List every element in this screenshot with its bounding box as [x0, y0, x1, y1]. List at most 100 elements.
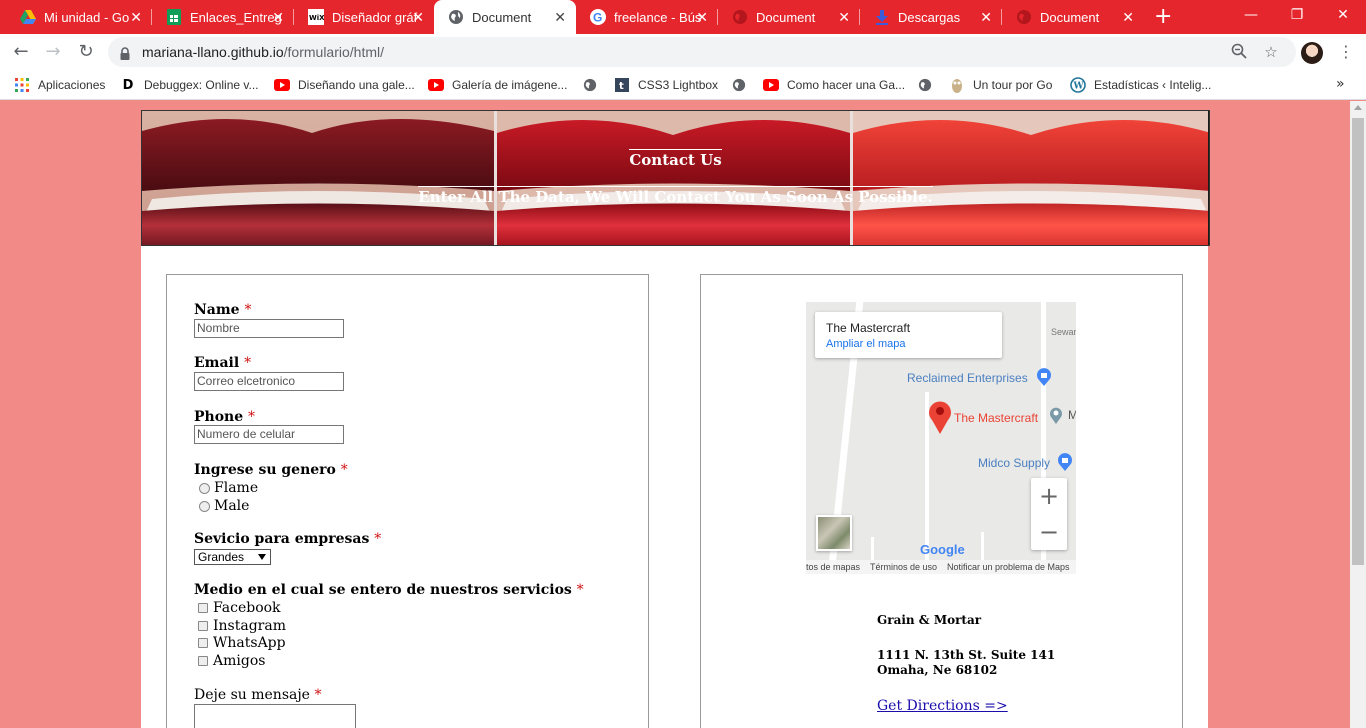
- scroll-thumb[interactable]: [1352, 118, 1364, 565]
- globe-icon: [448, 9, 464, 25]
- checkbox[interactable]: [198, 603, 208, 613]
- name-label: Name *: [194, 302, 252, 318]
- bookmark-globe-2[interactable]: [731, 77, 755, 93]
- radio-button[interactable]: [199, 482, 210, 494]
- gender-option-flame[interactable]: Flame: [199, 480, 258, 496]
- message-textarea[interactable]: [194, 704, 356, 728]
- lock-icon: [120, 45, 130, 64]
- checkbox[interactable]: [198, 621, 208, 631]
- new-tab-button[interactable]: +: [1154, 6, 1172, 28]
- map-data-attribution: tos de mapas: [806, 562, 861, 572]
- close-tab-icon[interactable]: ✕: [412, 9, 424, 25]
- map-footer: tos de mapas Términos de uso Notificar u…: [806, 560, 1076, 574]
- shopping-pin-icon: [1057, 453, 1073, 475]
- close-tab-icon[interactable]: ✕: [554, 9, 566, 25]
- close-tab-icon[interactable]: ✕: [1122, 9, 1134, 25]
- close-tab-icon[interactable]: ✕: [980, 9, 992, 25]
- globe-icon: [1016, 9, 1032, 25]
- globe-icon: [732, 9, 748, 25]
- tab-disenador[interactable]: WiX Diseñador gráf ✕: [294, 0, 434, 34]
- bookmark-globe-1[interactable]: [582, 77, 606, 93]
- tab-document-active[interactable]: Document ✕: [434, 0, 576, 34]
- service-select[interactable]: Grandes: [194, 549, 271, 565]
- zoom-in-button[interactable]: +: [1031, 478, 1067, 514]
- name-input[interactable]: Nombre: [194, 319, 344, 338]
- bookmark-star-icon[interactable]: ☆: [1262, 43, 1280, 61]
- svg-text:W: W: [1073, 82, 1085, 92]
- medium-option-instagram[interactable]: Instagram: [198, 618, 286, 634]
- checkbox[interactable]: [198, 638, 208, 648]
- tab-enlaces[interactable]: Enlaces_Entreg ✕: [152, 0, 294, 34]
- more-menu-icon[interactable]: ⋮: [1338, 42, 1354, 61]
- bookmark-estadisticas[interactable]: W Estadísticas ‹ Intelig...: [1070, 77, 1211, 93]
- phone-label: Phone *: [194, 409, 256, 425]
- medium-option-facebook[interactable]: Facebook: [198, 600, 281, 616]
- back-arrow-icon[interactable]: ←: [10, 41, 32, 63]
- map-place-name: The Mastercraft: [826, 321, 911, 335]
- shopping-pin-icon: [1036, 368, 1052, 390]
- enlarge-map-link[interactable]: Ampliar el mapa: [826, 338, 905, 350]
- lips-image-2: [497, 111, 850, 245]
- satellite-toggle[interactable]: [816, 515, 852, 551]
- lips-image-1: [142, 111, 494, 245]
- zoom-icon[interactable]: [1230, 43, 1248, 61]
- bookmark-tour-go[interactable]: Un tour por Go: [949, 77, 1052, 93]
- bookmark-aplicaciones[interactable]: Aplicaciones: [14, 77, 105, 93]
- wix-icon: WiX: [308, 9, 324, 25]
- address-bar[interactable]: mariana-llano.github.io/formulario/html/…: [108, 37, 1296, 67]
- map-poi-partial: M: [1068, 408, 1076, 422]
- close-tab-icon[interactable]: ✕: [838, 9, 850, 25]
- address-line-2: Omaha, Ne 68102: [877, 663, 998, 677]
- google-map[interactable]: The Mastercraft Ampliar el mapa Sewar Re…: [806, 302, 1076, 574]
- close-tab-icon[interactable]: ✕: [130, 9, 142, 25]
- map-report-link[interactable]: Notificar un problema de Maps: [947, 562, 1070, 572]
- tab-document-2[interactable]: Document ✕: [718, 0, 860, 34]
- tab-freelance[interactable]: G freelance - Bús ✕: [576, 0, 718, 34]
- profile-avatar[interactable]: [1301, 42, 1323, 64]
- url-host: mariana-llano.github.io: [142, 44, 284, 60]
- lips-image-3: [853, 111, 1209, 245]
- email-input[interactable]: Correo elcetronico: [194, 372, 344, 391]
- bookmark-debuggex[interactable]: D Debuggex: Online v...: [120, 77, 259, 93]
- medium-option-amigos[interactable]: Amigos: [198, 653, 265, 669]
- gender-option-male[interactable]: Male: [199, 498, 249, 514]
- bookmark-css3-lightbox[interactable]: t CSS3 Lightbox: [614, 77, 718, 93]
- wordpress-icon: W: [1070, 77, 1086, 93]
- page-title: Contact Us: [629, 149, 722, 169]
- tab-descargas[interactable]: Descargas ✕: [860, 0, 1002, 34]
- bookmark-galeria[interactable]: Galería de imágene...: [428, 77, 567, 93]
- map-poi-reclaimed[interactable]: Reclaimed Enterprises: [907, 371, 1028, 385]
- restore-icon[interactable]: ❐: [1274, 0, 1320, 30]
- business-name: Grain & Mortar: [877, 613, 982, 627]
- forward-arrow-icon[interactable]: →: [42, 41, 64, 63]
- debuggex-icon: D: [122, 77, 134, 93]
- radio-button[interactable]: [199, 500, 210, 512]
- map-terms-link[interactable]: Términos de uso: [870, 562, 937, 572]
- map-poi-midco[interactable]: Midco Supply: [978, 456, 1050, 470]
- close-tab-icon[interactable]: ✕: [696, 9, 708, 25]
- page-scrollbar[interactable]: [1350, 101, 1366, 728]
- gender-label: Ingrese su genero *: [194, 462, 348, 478]
- minimize-icon[interactable]: —: [1228, 0, 1274, 30]
- close-window-icon[interactable]: ✕: [1320, 0, 1366, 30]
- message-label: Deje su mensaje *: [194, 687, 322, 703]
- tab-document-3[interactable]: Document ✕: [1002, 0, 1144, 34]
- bookmark-disenando[interactable]: Diseñando una gale...: [274, 77, 415, 93]
- bookmarks-overflow-button[interactable]: »: [1336, 76, 1345, 92]
- phone-input[interactable]: Numero de celular: [194, 425, 344, 444]
- page-viewport: Contact Us Enter All The Data, We Will C…: [0, 101, 1350, 728]
- svg-text:t: t: [619, 81, 624, 92]
- bookmark-globe-3[interactable]: [917, 77, 941, 93]
- checkbox[interactable]: [198, 656, 208, 666]
- tab-mi-unidad[interactable]: Mi unidad - Go ✕: [6, 0, 152, 34]
- close-tab-icon[interactable]: ✕: [272, 9, 284, 25]
- map-poi-mastercraft[interactable]: The Mastercraft: [954, 411, 1038, 425]
- medium-option-whatsapp[interactable]: WhatsApp: [198, 635, 286, 651]
- zoom-out-button[interactable]: −: [1031, 514, 1067, 550]
- email-label: Email *: [194, 355, 252, 371]
- scroll-up-arrow-icon[interactable]: [1354, 105, 1362, 110]
- bookmark-como-hacer[interactable]: Como hacer una Ga...: [763, 77, 905, 93]
- reload-icon[interactable]: ↻: [75, 41, 97, 63]
- get-directions-link[interactable]: Get Directions =>: [877, 698, 1008, 714]
- gopher-icon: [949, 77, 965, 93]
